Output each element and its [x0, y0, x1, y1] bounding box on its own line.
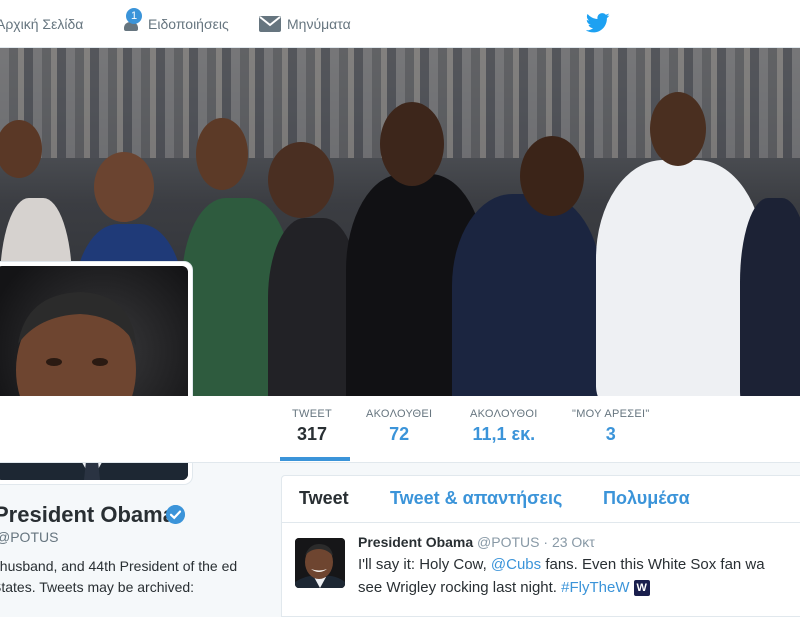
top-navigation: Αρχική Σελίδα 1 Ειδοποιήσεις Μηνύματα — [0, 0, 800, 48]
stat-label: TWEET — [292, 408, 332, 420]
stat-label: "ΜΟΥ ΑΡΕΣΕΙ" — [572, 408, 650, 420]
twitter-bird-icon[interactable] — [586, 12, 610, 34]
nav-home-label: Αρχική Σελίδα — [0, 15, 84, 32]
stat-followers[interactable]: ΑΚΟΛΟΥΘΟΙ 11,1 εκ. — [470, 408, 538, 445]
stat-value: 317 — [296, 424, 328, 444]
stat-value: 11,1 εκ. — [472, 424, 536, 444]
stat-label: ΑΚΟΛΟΥΘΕΙ — [366, 408, 433, 420]
tweet-author-name[interactable]: President Obama — [358, 534, 473, 550]
marcher-figure — [740, 198, 800, 396]
active-stat-underline — [280, 457, 350, 461]
tab-tweets[interactable]: Tweet — [299, 488, 349, 509]
stat-value: 72 — [389, 424, 410, 444]
marcher-head — [650, 92, 706, 166]
nav-notifications[interactable]: 1 Ειδοποιήσεις — [122, 0, 229, 47]
nav-messages[interactable]: Μηνύματα — [259, 0, 351, 47]
stat-label: ΑΚΟΛΟΥΘΟΙ — [470, 408, 538, 420]
tweet-header: President Obama @POTUS · 23 Οκτ — [358, 534, 595, 550]
stat-value: 3 — [605, 424, 616, 444]
hashtag-emoji-icon: W — [633, 580, 650, 597]
marcher-figure — [452, 194, 602, 396]
nav-notifications-label: Ειδοποιήσεις — [148, 15, 229, 32]
stat-likes[interactable]: "ΜΟΥ ΑΡΕΣΕΙ" 3 — [572, 408, 650, 445]
tweet-text: I'll say it: Holy Cow, @Cubs fans. Even … — [358, 553, 800, 599]
tweet-mention-link[interactable]: @Cubs — [491, 556, 541, 573]
marcher-head — [196, 118, 248, 190]
marcher-head — [0, 120, 42, 178]
nav-home[interactable]: Αρχική Σελίδα — [0, 0, 83, 47]
verified-badge-icon — [166, 505, 185, 524]
marcher-head — [94, 152, 154, 222]
tweet-text-part: see Wrigley rocking last night. — [358, 579, 557, 596]
timeline-tabs: Tweet Tweet & απαντήσεις Πολυμέσα — [282, 476, 800, 523]
profile-handle[interactable]: @POTUS — [0, 529, 58, 545]
tweet-date[interactable]: · 23 Οκτ — [543, 534, 594, 550]
profile-name[interactable]: President Obama — [0, 502, 175, 528]
messages-envelope-icon — [259, 15, 281, 32]
profile-bio: , husband, and 44th President of the ed … — [0, 558, 238, 595]
tab-tweets-replies[interactable]: Tweet & απαντήσεις — [390, 488, 562, 509]
tweet-avatar[interactable] — [295, 538, 345, 588]
tweet-avatar-portrait — [295, 538, 345, 588]
marcher-figure — [596, 160, 764, 396]
tweet-text-part: fans. Even this White Sox fan wa — [545, 556, 765, 573]
tab-media[interactable]: Πολυμέσα — [603, 488, 690, 509]
tweet-hashtag-link[interactable]: #FlyTheW — [561, 579, 629, 596]
marcher-head — [520, 136, 584, 216]
stat-tweets[interactable]: TWEET 317 — [292, 408, 332, 445]
tweet-text-part: I'll say it: Holy Cow, — [358, 556, 487, 573]
timeline: Tweet Tweet & απαντήσεις Πολυμέσα Presid… — [281, 475, 800, 617]
tweet-author-handle[interactable]: @POTUS — [477, 534, 539, 550]
notifications-bell-icon: 1 — [122, 7, 142, 34]
notifications-badge: 1 — [126, 7, 142, 24]
profile-stats-bar: TWEET 317 ΑΚΟΛΟΥΘΕΙ 72 ΑΚΟΛΟΥΘΟΙ 11,1 εκ… — [0, 396, 800, 463]
nav-messages-label: Μηνύματα — [287, 15, 351, 32]
stat-following[interactable]: ΑΚΟΛΟΥΘΕΙ 72 — [366, 408, 432, 445]
marcher-head — [380, 102, 444, 186]
marcher-head — [268, 142, 334, 218]
